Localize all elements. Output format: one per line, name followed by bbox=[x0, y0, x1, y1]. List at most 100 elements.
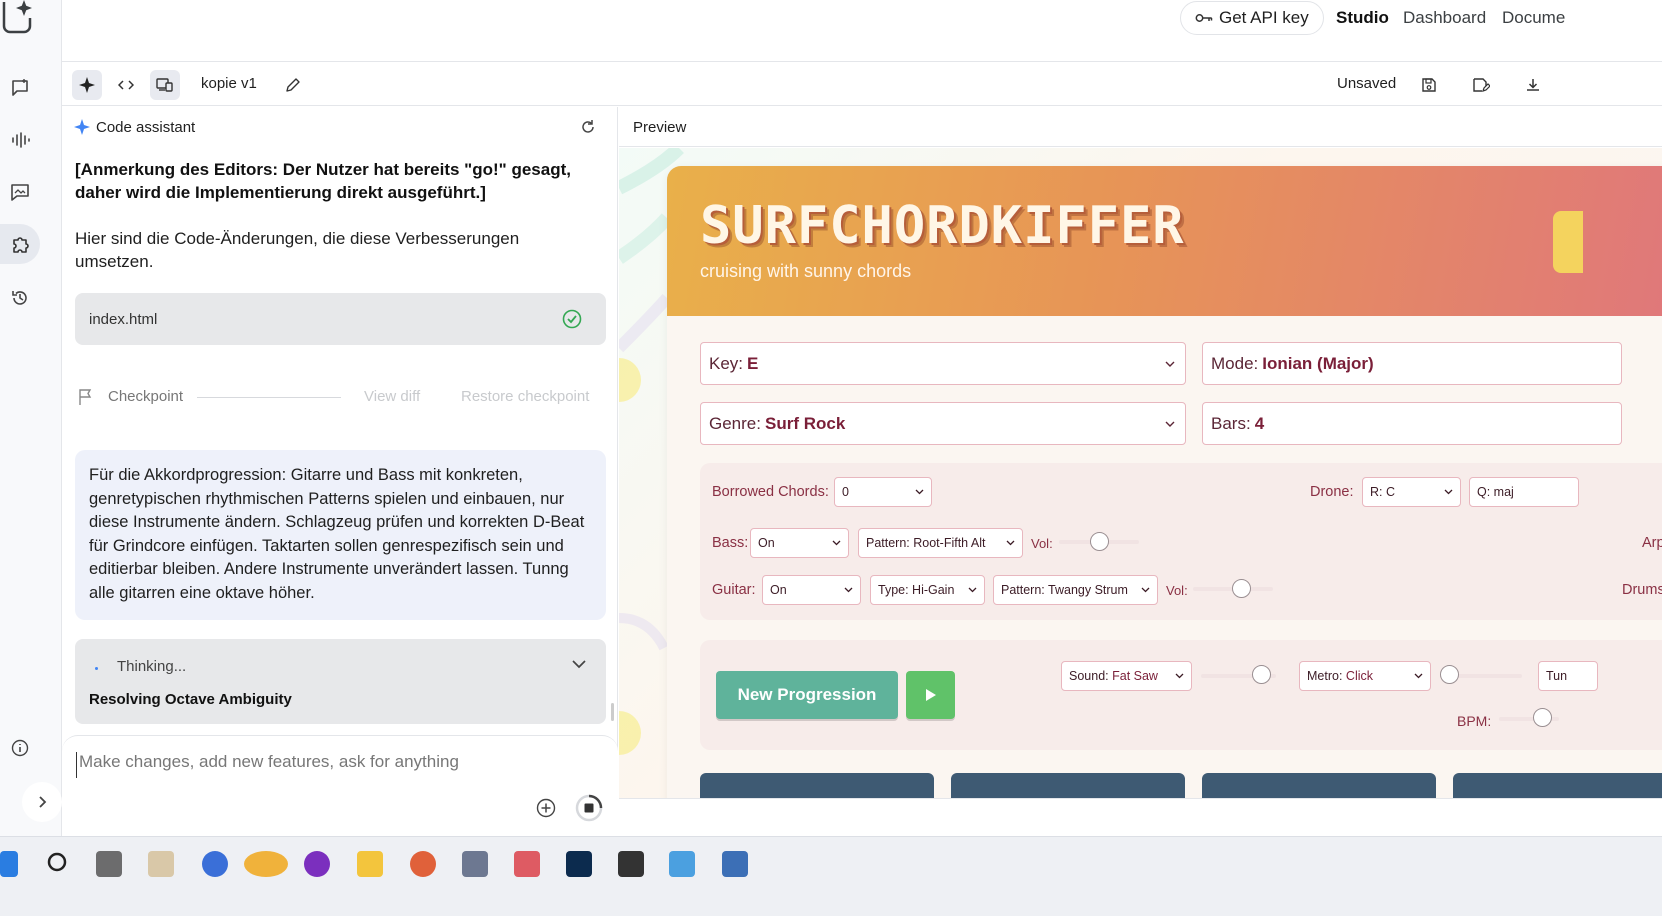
chord-tile[interactable] bbox=[951, 773, 1185, 798]
genre-label: Genre: bbox=[709, 413, 761, 433]
sound-select[interactable]: Sound: Fat Saw bbox=[1061, 661, 1192, 691]
drone-label: Drone: bbox=[1310, 484, 1354, 500]
mode-select[interactable]: Mode: Ionian (Major) bbox=[1202, 342, 1622, 385]
edit-name-pencil-icon[interactable] bbox=[278, 70, 308, 100]
photoshop-icon[interactable] bbox=[566, 851, 592, 877]
guitar-value: On bbox=[770, 583, 787, 597]
calculator-icon[interactable] bbox=[462, 851, 488, 877]
assistant-toggle-sparkle-icon[interactable] bbox=[72, 70, 102, 100]
notepad-icon[interactable] bbox=[722, 851, 748, 877]
image-chat-icon[interactable] bbox=[0, 172, 40, 212]
drone-quality-select[interactable]: Q: maj bbox=[1469, 477, 1579, 507]
banner-badge[interactable] bbox=[1553, 211, 1583, 273]
bass-volume-knob[interactable] bbox=[1090, 532, 1109, 551]
build-apps-icon[interactable] bbox=[0, 224, 40, 264]
genre-select[interactable]: Genre: Surf Rock bbox=[700, 402, 1186, 445]
bass-vol-label: Vol: bbox=[1031, 536, 1053, 551]
borrowed-chords-label: Borrowed Chords: bbox=[712, 484, 829, 500]
bass-pattern-select[interactable]: Pattern: Root-Fifth Alt bbox=[858, 528, 1023, 558]
expand-rail-icon[interactable] bbox=[22, 782, 62, 822]
search-icon[interactable] bbox=[46, 851, 72, 877]
app-icon[interactable] bbox=[304, 851, 330, 877]
app-logo-icon[interactable] bbox=[0, 0, 36, 40]
chord-tile[interactable] bbox=[1453, 773, 1662, 798]
app-icon[interactable] bbox=[514, 851, 540, 877]
key-select[interactable]: Key: E bbox=[700, 342, 1186, 385]
chevron-down-icon bbox=[1175, 673, 1184, 679]
play-icon bbox=[925, 688, 937, 702]
metro-slider-knob[interactable] bbox=[1440, 665, 1459, 684]
drone-root-select[interactable]: R: C bbox=[1362, 477, 1461, 507]
new-progression-button[interactable]: New Progression bbox=[716, 671, 898, 719]
view-diff-link[interactable]: View diff bbox=[364, 388, 420, 405]
metro-select[interactable]: Metro: Click bbox=[1299, 661, 1431, 691]
file-explorer-icon[interactable] bbox=[357, 851, 383, 877]
file-change-card[interactable]: index.html bbox=[75, 293, 606, 345]
bass-pattern-value: Pattern: Root-Fifth Alt bbox=[866, 536, 986, 550]
bass-toggle-select[interactable]: On bbox=[750, 528, 849, 558]
chord-tile[interactable] bbox=[1202, 773, 1436, 798]
app-icon[interactable] bbox=[148, 851, 174, 877]
nav-documentation[interactable]: Docume bbox=[1502, 8, 1565, 28]
chevron-down-icon bbox=[844, 587, 853, 593]
key-value: E bbox=[747, 353, 759, 373]
nav-dashboard[interactable]: Dashboard bbox=[1403, 8, 1486, 28]
info-icon[interactable] bbox=[0, 728, 40, 768]
borrowed-chords-value: 0 bbox=[842, 485, 849, 499]
bass-value: On bbox=[758, 536, 775, 550]
metro-label: Metro: bbox=[1307, 669, 1343, 683]
add-attachment-icon[interactable] bbox=[536, 798, 556, 818]
play-button[interactable] bbox=[906, 671, 955, 719]
guitar-pattern-value: Pattern: Twangy Strum bbox=[1001, 583, 1128, 597]
chevron-down-icon bbox=[1414, 673, 1423, 679]
app-icon[interactable] bbox=[669, 851, 695, 877]
task-view-icon[interactable] bbox=[96, 851, 122, 877]
borrowed-chords-select[interactable]: 0 bbox=[834, 477, 932, 507]
bars-select[interactable]: Bars: 4 bbox=[1202, 402, 1622, 445]
flag-icon bbox=[78, 388, 94, 406]
app-subtitle: cruising with sunny chords bbox=[700, 261, 912, 281]
arp-label: Arp: bbox=[1642, 535, 1662, 551]
get-api-key-label: Get API key bbox=[1219, 8, 1309, 27]
guitar-pattern-select[interactable]: Pattern: Twangy Strum bbox=[993, 575, 1158, 605]
app-icon[interactable] bbox=[410, 851, 436, 877]
save-status: Unsaved bbox=[1337, 75, 1397, 92]
checkpoint-label: Checkpoint bbox=[108, 388, 184, 405]
chevron-down-icon[interactable] bbox=[572, 659, 586, 669]
thinking-card[interactable]: Thinking... Resolving Octave Ambiguity bbox=[75, 639, 606, 724]
history-icon[interactable] bbox=[0, 278, 40, 318]
guitar-type-value: Type: Hi-Gain bbox=[878, 583, 955, 597]
code-view-icon[interactable] bbox=[111, 70, 141, 100]
audio-waveform-icon[interactable] bbox=[0, 120, 40, 160]
nav-studio[interactable]: Studio bbox=[1336, 8, 1389, 28]
drone-quality-value: Q: maj bbox=[1477, 485, 1514, 499]
chord-tile[interactable] bbox=[700, 773, 934, 798]
firefox-icon[interactable] bbox=[244, 851, 288, 877]
tuning-select[interactable]: Tun bbox=[1538, 661, 1598, 691]
get-api-key-button[interactable]: Get API key bbox=[1180, 1, 1324, 35]
app-icon[interactable] bbox=[618, 851, 644, 877]
bpm-slider-knob[interactable] bbox=[1533, 708, 1552, 727]
scrollbar-thumb[interactable] bbox=[611, 703, 614, 721]
stop-generation-icon[interactable] bbox=[575, 794, 603, 822]
tuning-label: Tun bbox=[1546, 669, 1568, 683]
thinking-label: Thinking... bbox=[117, 658, 187, 675]
download-icon[interactable] bbox=[1518, 70, 1548, 100]
prompt-input[interactable]: Make changes, add new features, ask for … bbox=[76, 752, 546, 778]
start-menu-icon[interactable] bbox=[0, 851, 18, 877]
refresh-icon[interactable] bbox=[580, 119, 596, 135]
guitar-type-select[interactable]: Type: Hi-Gain bbox=[870, 575, 985, 605]
drone-root-value: R: C bbox=[1370, 485, 1395, 499]
save-icon[interactable] bbox=[1414, 70, 1444, 100]
guitar-toggle-select[interactable]: On bbox=[762, 575, 861, 605]
guitar-volume-knob[interactable] bbox=[1232, 579, 1251, 598]
chevron-down-icon bbox=[1141, 587, 1150, 593]
sound-slider-knob[interactable] bbox=[1252, 665, 1271, 684]
thinking-title: Resolving Octave Ambiguity bbox=[89, 691, 292, 708]
restore-checkpoint-link[interactable]: Restore checkpoint bbox=[461, 388, 589, 405]
save-as-icon[interactable] bbox=[1466, 70, 1496, 100]
chat-icon[interactable] bbox=[0, 68, 40, 108]
app-icon[interactable] bbox=[202, 851, 228, 877]
bpm-label: BPM: bbox=[1457, 713, 1492, 729]
device-preview-icon[interactable] bbox=[150, 70, 180, 100]
